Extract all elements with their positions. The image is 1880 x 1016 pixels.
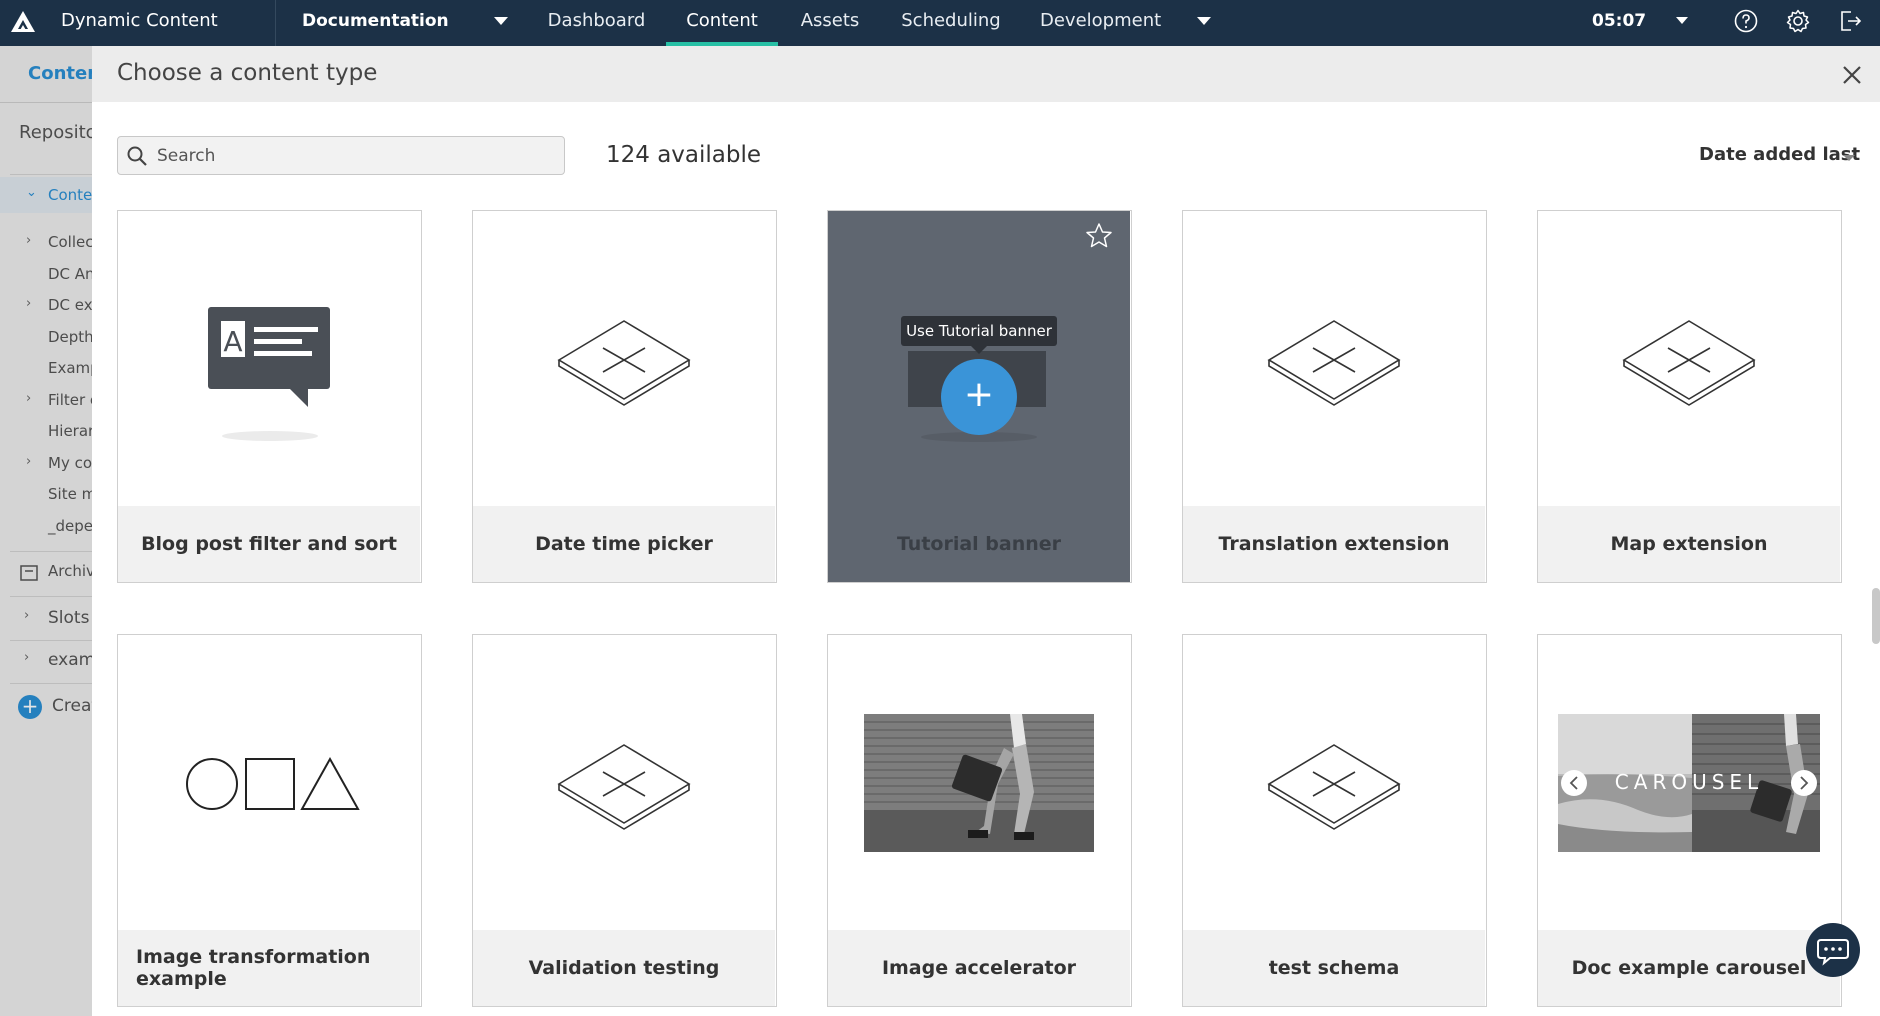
content-type-card[interactable]: CAROUSEL Doc example carousel <box>1537 634 1842 1007</box>
carousel-text: CAROUSEL <box>1614 770 1764 794</box>
tooltip: Use Tutorial banner <box>901 316 1057 346</box>
card-thumbnail: A <box>118 211 420 506</box>
card-label: Date time picker <box>473 506 775 582</box>
hub-selector[interactable]: Documentation <box>302 0 449 42</box>
nav-assets[interactable]: Assets <box>795 0 865 46</box>
card-label: Image accelerator <box>828 930 1130 1006</box>
sign-out-icon[interactable] <box>1837 8 1863 34</box>
search-icon <box>127 146 147 166</box>
content-type-card[interactable]: Image accelerator <box>827 634 1132 1007</box>
content-type-card[interactable]: Validation testing <box>472 634 777 1007</box>
nav-development[interactable]: Development <box>1040 0 1161 46</box>
placeholder-icon <box>557 320 691 406</box>
sort-chevron-down-icon[interactable] <box>1843 155 1855 161</box>
card-label: test schema <box>1183 930 1485 1006</box>
close-icon[interactable] <box>1840 63 1864 87</box>
card-thumbnail <box>1183 211 1485 506</box>
amplience-logo-icon[interactable] <box>10 9 36 35</box>
settings-gear-icon[interactable] <box>1785 8 1811 34</box>
card-thumbnail <box>473 211 775 506</box>
tooltip-arrow <box>971 346 987 354</box>
card-label: Doc example carousel <box>1538 930 1840 1006</box>
modal-header: Choose a content type <box>92 46 1880 102</box>
card-thumbnail <box>828 635 1130 930</box>
content-type-card[interactable]: Image transformation example <box>117 634 422 1007</box>
photo-thumbnail <box>864 714 1094 852</box>
nav-content[interactable]: Content <box>666 0 778 46</box>
card-label: Map extension <box>1538 506 1840 582</box>
card-label: Translation extension <box>1183 506 1485 582</box>
clock: 05:07 <box>1592 11 1647 31</box>
chat-support-button[interactable] <box>1806 923 1860 977</box>
shapes-icon <box>186 756 360 810</box>
development-dropdown-chevron-icon[interactable] <box>1197 17 1211 25</box>
divider <box>275 0 276 46</box>
card-thumbnail: Use Tutorial banner + <box>828 211 1130 506</box>
available-count: 124 available <box>606 142 762 168</box>
scrollbar-thumb[interactable] <box>1872 588 1880 644</box>
carousel-thumbnail: CAROUSEL <box>1558 714 1820 852</box>
favourite-star-icon[interactable] <box>1084 221 1114 251</box>
card-thumbnail <box>1538 211 1840 506</box>
top-navigation-bar: Dynamic Content Documentation Dashboard … <box>0 0 1880 46</box>
search-box[interactable] <box>117 136 565 175</box>
content-type-card[interactable]: Map extension <box>1537 210 1842 583</box>
card-label: Validation testing <box>473 930 775 1006</box>
content-type-card[interactable]: test schema <box>1182 634 1487 1007</box>
scrollbar[interactable] <box>1872 208 1880 1016</box>
card-thumbnail <box>473 635 775 930</box>
card-label: Blog post filter and sort <box>118 506 420 582</box>
blog-post-icon: A <box>208 307 330 441</box>
nav-scheduling[interactable]: Scheduling <box>898 0 1004 46</box>
card-thumbnail <box>118 635 420 930</box>
card-label: Image transformation example <box>118 930 420 1006</box>
sort-dropdown[interactable]: Date added last <box>1699 144 1860 165</box>
card-label: Tutorial banner <box>828 506 1130 582</box>
content-type-card[interactable]: Translation extension <box>1182 210 1487 583</box>
search-input[interactable] <box>157 137 557 174</box>
content-type-card-hovered[interactable]: Use Tutorial banner + Tutorial banner <box>827 210 1132 583</box>
modal-title: Choose a content type <box>117 60 378 86</box>
placeholder-icon <box>1267 320 1401 406</box>
placeholder-icon <box>1622 320 1756 406</box>
clock-dropdown-chevron-icon[interactable] <box>1676 17 1688 24</box>
placeholder-icon <box>557 744 691 830</box>
add-plus-button[interactable]: + <box>941 359 1017 435</box>
choose-content-type-modal: Choose a content type 124 available Date… <box>92 46 1880 1016</box>
modal-backdrop[interactable] <box>0 46 92 1016</box>
hub-dropdown-chevron-icon[interactable] <box>494 17 508 25</box>
card-thumbnail: CAROUSEL <box>1538 635 1840 930</box>
chat-bubble-icon <box>1817 939 1849 966</box>
help-icon[interactable] <box>1733 8 1759 34</box>
content-type-card[interactable]: Date time picker <box>472 210 777 583</box>
app-title: Dynamic Content <box>61 10 218 31</box>
placeholder-icon <box>1267 744 1401 830</box>
svg-text:A: A <box>223 325 242 358</box>
nav-dashboard[interactable]: Dashboard <box>544 0 649 46</box>
content-type-card[interactable]: A Blog post filter and sort <box>117 210 422 583</box>
card-thumbnail <box>1183 635 1485 930</box>
